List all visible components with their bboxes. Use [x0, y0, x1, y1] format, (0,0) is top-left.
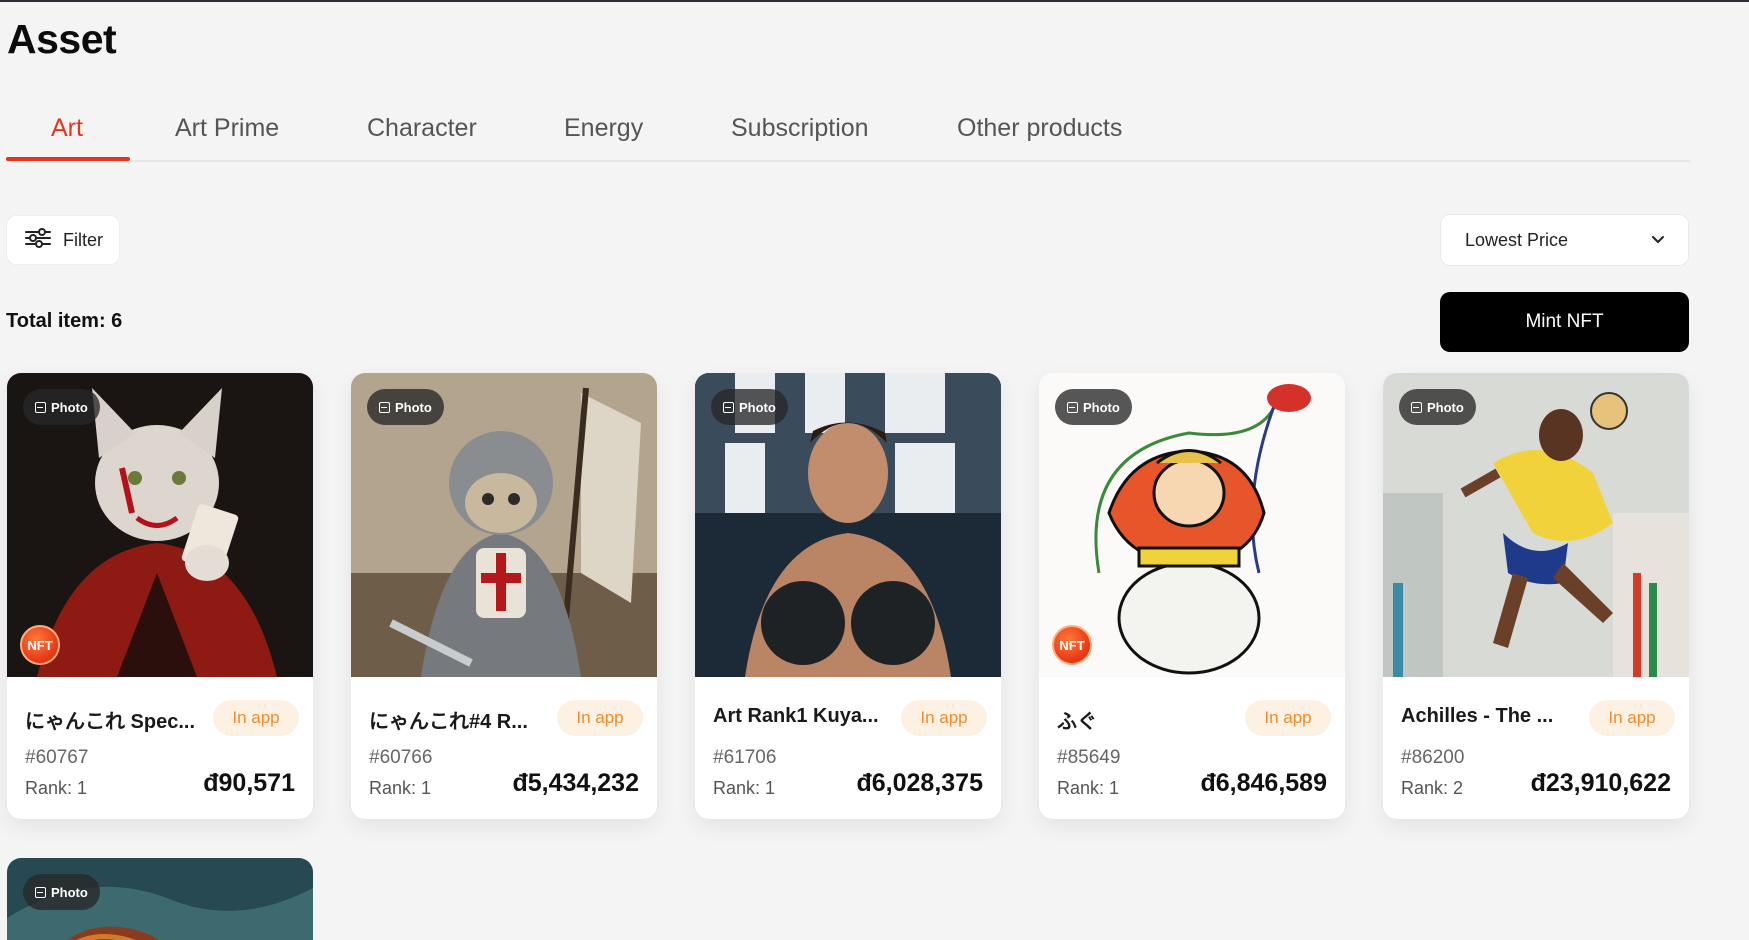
card-price: đ5,434,232	[512, 769, 640, 797]
image-icon	[379, 401, 390, 413]
card-rank: Rank: 2	[1401, 778, 1464, 798]
nft-card[interactable]: Photo Achilles - The ... In app #86200 R…	[1383, 373, 1689, 819]
token-id: #61706	[713, 747, 777, 768]
mint-nft-button[interactable]: Mint NFT	[1440, 292, 1689, 352]
tab-art[interactable]: Art	[51, 114, 83, 143]
card-price: đ90,571	[203, 769, 295, 797]
in-app-badge: In app	[1589, 700, 1675, 736]
total-items: Total item: 6	[6, 310, 123, 332]
nft-card[interactable]: Photo NFT ふぐ In app #85649 Rank: 1 đ6,84…	[1039, 373, 1345, 819]
in-app-badge: In app	[213, 700, 299, 736]
photo-badge: Photo	[367, 389, 444, 425]
page-title: Asset	[7, 16, 117, 62]
image-icon	[1411, 401, 1422, 413]
nft-card[interactable]: Photo NFT にゃんこれ Spec... In app #60767 Ra…	[7, 373, 313, 819]
card-name: にゃんこれ Spec...	[25, 711, 196, 733]
card-name: にゃんこれ#4 R...	[369, 711, 528, 733]
tab-subscription[interactable]: Subscription	[731, 114, 869, 143]
card-rank: Rank: 1	[25, 778, 88, 798]
filter-button[interactable]: Filter	[6, 215, 120, 265]
card-name: Art Rank1 Kuya...	[713, 705, 879, 727]
tab-character[interactable]: Character	[367, 114, 477, 143]
tab-energy[interactable]: Energy	[564, 114, 643, 143]
image-icon	[35, 886, 46, 898]
nft-card[interactable]: Photo	[7, 858, 313, 940]
tab-other-products[interactable]: Other products	[957, 114, 1122, 143]
active-tab-indicator	[6, 157, 130, 161]
card-rank: Rank: 1	[1057, 778, 1120, 798]
sliders-icon	[25, 227, 51, 254]
image-icon	[35, 401, 46, 413]
card-price: đ23,910,622	[1530, 769, 1671, 797]
sort-dropdown[interactable]: Lowest Price	[1440, 214, 1689, 266]
nft-badge: NFT	[20, 625, 60, 665]
card-price: đ6,028,375	[856, 769, 984, 797]
card-price: đ6,846,589	[1200, 769, 1328, 797]
in-app-badge: In app	[1245, 700, 1331, 736]
photo-badge: Photo	[23, 389, 100, 425]
card-name: ふぐ	[1057, 711, 1097, 733]
in-app-badge: In app	[901, 700, 987, 736]
token-id: #86200	[1401, 747, 1465, 768]
category-tabs: Art Art Prime Character Energy Subscript…	[6, 100, 1690, 162]
tab-art-prime[interactable]: Art Prime	[175, 114, 279, 143]
filter-label: Filter	[63, 229, 103, 250]
card-rank: Rank: 1	[713, 778, 776, 798]
photo-badge: Photo	[23, 874, 100, 910]
nft-card[interactable]: Photo Art Rank1 Kuya... In app #61706 Ra…	[695, 373, 1001, 819]
sort-label: Lowest Price	[1465, 229, 1569, 250]
card-rank: Rank: 1	[369, 778, 432, 798]
photo-badge: Photo	[711, 389, 788, 425]
token-id: #60767	[25, 747, 89, 768]
photo-badge: Photo	[1399, 389, 1476, 425]
card-name: Achilles - The ...	[1401, 705, 1554, 727]
image-icon	[1067, 401, 1078, 413]
chevron-down-icon	[1650, 230, 1666, 251]
token-id: #85649	[1057, 747, 1121, 768]
nft-badge: NFT	[1052, 625, 1092, 665]
photo-badge: Photo	[1055, 389, 1132, 425]
in-app-badge: In app	[557, 700, 643, 736]
token-id: #60766	[369, 747, 433, 768]
top-border	[0, 0, 1749, 2]
image-icon	[723, 401, 734, 413]
nft-card[interactable]: Photo にゃんこれ#4 R... In app #60766 Rank: 1…	[351, 373, 657, 819]
